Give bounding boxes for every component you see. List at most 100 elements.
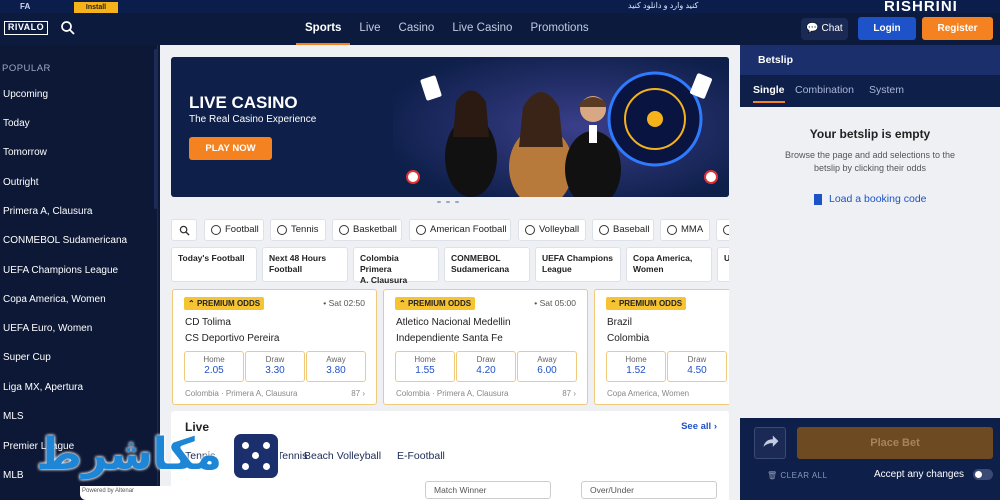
sport-chip-basketball[interactable]: Basketball xyxy=(332,219,402,241)
match-time-label: Sat 02:50 xyxy=(328,298,365,308)
odds-value: 4.50 xyxy=(687,365,707,376)
register-button[interactable]: Register xyxy=(922,17,993,40)
sport-chip-mma[interactable]: MMA xyxy=(660,219,710,241)
odds-label: Home xyxy=(414,355,436,364)
betslip-tab-combination[interactable]: Combination xyxy=(795,84,854,96)
sport-chip-volleyball[interactable]: Volleyball xyxy=(518,219,586,241)
chat-button[interactable]: 💬 Chat xyxy=(801,18,848,40)
watermark-logo-text: مکاشرط xyxy=(36,429,222,480)
live-tab-e-football[interactable]: E-Football xyxy=(397,450,445,462)
sidebar-item-conmebol[interactable]: CONMEBOL Sudamericana xyxy=(3,235,127,246)
league-tab-copa-america-women[interactable]: Copa America, Women xyxy=(626,247,712,282)
sidebar-item-primera-a[interactable]: Primera A, Clausura xyxy=(3,206,92,217)
premium-odds-badge: ⌃ PREMIUM ODDS xyxy=(606,297,687,310)
sidebar-item-today[interactable]: Today xyxy=(3,118,30,129)
odds-draw-button[interactable]: Draw 4.50 xyxy=(667,351,727,382)
league-tab-colombia-primera[interactable]: Colombia Primera A, Clausura xyxy=(353,247,439,283)
site-logo[interactable]: RIVALO xyxy=(4,21,48,35)
see-all-link[interactable]: See all › xyxy=(681,421,717,432)
accept-changes-toggle[interactable] xyxy=(973,469,993,480)
load-booking-code-link[interactable]: Load a booking code xyxy=(829,193,927,205)
odds-home-button[interactable]: Home 1.52 xyxy=(606,351,666,382)
odds-home-button[interactable]: Home 1.55 xyxy=(395,351,455,382)
league-tab-more[interactable]: U xyxy=(717,247,729,282)
sport-chip-label: Volleyball xyxy=(539,224,580,235)
football-icon xyxy=(211,225,221,235)
sport-chip-baseball[interactable]: Baseball xyxy=(592,219,654,241)
sidebar-item-liga-mx[interactable]: Liga MX, Apertura xyxy=(3,382,83,393)
match-card[interactable]: ⌃ PREMIUM ODDS Brazil Colombia Home 1.52 … xyxy=(594,289,729,405)
match-time-label: Sat 05:00 xyxy=(539,298,576,308)
sidebar-item-mls[interactable]: MLS xyxy=(3,411,24,422)
home-team: Atletico Nacional Medellin xyxy=(396,317,511,328)
nav-casino[interactable]: Casino xyxy=(390,13,444,45)
betslip-tab-system[interactable]: System xyxy=(869,84,904,96)
match-time: • Sat 02:50 xyxy=(323,298,365,308)
match-card[interactable]: ⌃ PREMIUM ODDS • Sat 05:00 Atletico Naci… xyxy=(383,289,588,405)
watermark-dice-icon xyxy=(232,432,280,480)
betslip-footer: Place Bet 🗑 CLEAR ALL Accept any changes xyxy=(740,418,1000,500)
league-tab-todays-football[interactable]: Today's Football xyxy=(171,247,257,282)
banner-subtitle: The Real Casino Experience xyxy=(189,114,317,125)
tennis-icon xyxy=(277,225,287,235)
sport-search-chip[interactable] xyxy=(171,219,197,241)
nav-promotions[interactable]: Promotions xyxy=(521,13,597,45)
sidebar-item-uefa-euro-women[interactable]: UEFA Euro, Women xyxy=(3,323,92,334)
live-tab-beach-volleyball[interactable]: Beach Volleyball xyxy=(304,450,381,462)
banner-title: LIVE CASINO xyxy=(189,93,298,112)
league-tab-ucl[interactable]: UEFA Champions League xyxy=(535,247,621,282)
sidebar-section-title: POPULAR xyxy=(2,63,51,74)
league-tab-line: Football xyxy=(269,264,303,274)
sidebar-item-ucl[interactable]: UEFA Champions League xyxy=(3,265,118,276)
over-under-select[interactable]: Over/Under xyxy=(581,481,717,499)
nav-live-casino[interactable]: Live Casino xyxy=(443,13,521,45)
betslip-tabs: Single Combination System xyxy=(740,75,1000,107)
markets-count[interactable]: 87 › xyxy=(562,389,576,398)
league-tab-conmebol[interactable]: CONMEBOL Sudamericana xyxy=(444,247,530,282)
login-button[interactable]: Login xyxy=(858,17,916,40)
live-casino-banner[interactable]: LIVE CASINO The Real Casino Experience P… xyxy=(171,57,729,197)
sport-chip-american-football[interactable]: American Football xyxy=(409,219,511,241)
markets-count[interactable]: 87 › xyxy=(351,389,365,398)
live-tab-table-tennis[interactable]: Tennis xyxy=(277,450,307,462)
market-select[interactable]: Match Winner xyxy=(425,481,551,499)
odds-value: 3.80 xyxy=(326,365,346,376)
sidebar-scrollbar[interactable] xyxy=(154,49,157,209)
sports-filter-row: Football Tennis Basketball American Foot… xyxy=(171,219,729,241)
odds-away-button[interactable]: Away 6.00 xyxy=(517,351,577,382)
share-button[interactable] xyxy=(754,427,786,459)
odds-value: 2.05 xyxy=(204,365,224,376)
place-bet-button[interactable]: Place Bet xyxy=(797,427,993,459)
premium-odds-badge: ⌃ PREMIUM ODDS xyxy=(184,297,265,310)
sidebar-item-upcoming[interactable]: Upcoming xyxy=(3,89,48,100)
sport-chip-football[interactable]: Football xyxy=(204,219,264,241)
league-tab-next-48-hours[interactable]: Next 48 Hours Football xyxy=(262,247,348,282)
league-tab-line: League xyxy=(542,264,572,274)
sidebar-item-tomorrow[interactable]: Tomorrow xyxy=(3,147,47,158)
search-icon[interactable] xyxy=(60,20,76,36)
sidebar-item-copa-america-women[interactable]: Copa America, Women xyxy=(3,294,106,305)
odds-draw-button[interactable]: Draw 4.20 xyxy=(456,351,516,382)
league-tab-line: CONMEBOL xyxy=(451,253,501,263)
odds-away-button[interactable]: Away 3.80 xyxy=(306,351,366,382)
nav-sports[interactable]: Sports xyxy=(296,13,351,45)
sidebar-item-super-cup[interactable]: Super Cup xyxy=(3,352,51,363)
play-now-button[interactable]: PLAY NOW xyxy=(189,137,272,160)
install-chip[interactable]: Install xyxy=(74,2,118,13)
nav-live[interactable]: Live xyxy=(350,13,389,45)
sport-chip-more[interactable] xyxy=(716,219,729,241)
clear-all-button[interactable]: 🗑 CLEAR ALL xyxy=(767,471,828,480)
league-tab-line: U xyxy=(724,253,729,263)
sidebar-item-outright[interactable]: Outright xyxy=(3,177,39,188)
basketball-icon xyxy=(339,225,349,235)
betslip-tab-single[interactable]: Single xyxy=(753,84,785,103)
banner-dealers-illustration xyxy=(393,57,729,197)
bookmark-icon xyxy=(814,194,822,205)
sport-chip-tennis[interactable]: Tennis xyxy=(270,219,326,241)
odds-draw-button[interactable]: Draw 3.30 xyxy=(245,351,305,382)
match-card[interactable]: ⌃ PREMIUM ODDS • Sat 02:50 CD Tolima CS … xyxy=(172,289,377,405)
betslip-title: Betslip xyxy=(740,45,1000,75)
banner-pagination[interactable] xyxy=(437,201,459,203)
odds-home-button[interactable]: Home 2.05 xyxy=(184,351,244,382)
match-league: Copa America, Women xyxy=(607,389,690,398)
